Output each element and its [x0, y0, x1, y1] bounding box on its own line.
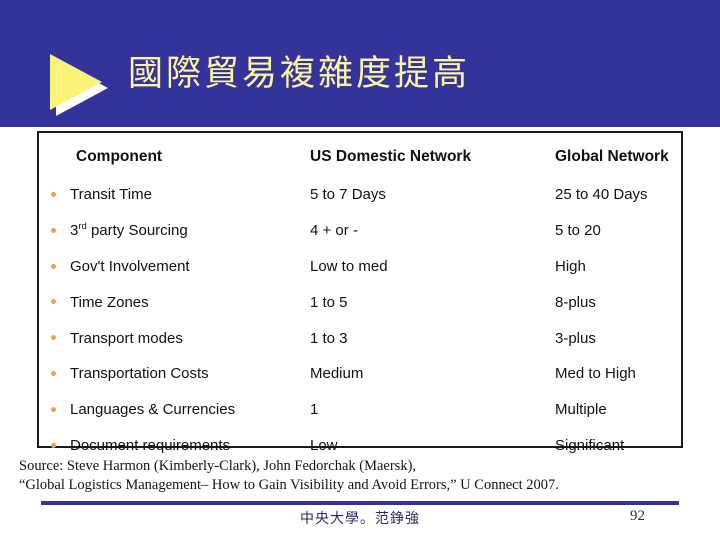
row-bullet	[39, 356, 68, 392]
row-bullet	[39, 392, 68, 428]
bullet-dot-icon	[51, 263, 56, 269]
triangle-shape	[50, 54, 102, 110]
table-row: Languages & Currencies 1 Multiple	[39, 392, 691, 428]
table-row: Time Zones 1 to 5 8-plus	[39, 284, 691, 320]
cell-global: 25 to 40 Days	[555, 186, 648, 204]
table-row: Transport modes 1 to 3 3-plus	[39, 320, 691, 356]
table-row: Gov't Involvement Low to med High	[39, 249, 691, 285]
cell-global: 3-plus	[555, 329, 596, 347]
cell-global: Med to High	[555, 365, 636, 383]
cell-us-domestic: 4 + or -	[310, 222, 358, 240]
footer-divider	[41, 501, 679, 505]
header-bullet-spacer	[39, 133, 68, 177]
cell-us-domestic: 1 to 5	[310, 293, 348, 311]
bullet-dot-icon	[51, 335, 56, 341]
cell-us-domestic: 1 to 3	[310, 329, 348, 347]
row-bullet	[39, 320, 68, 356]
slide: 國際貿易複雜度提高 Component US Domestic Network …	[0, 0, 720, 540]
cell-component: Gov't Involvement	[70, 257, 190, 275]
cell-component: 3rd party Sourcing	[68, 213, 310, 249]
cell-us-domestic: 1	[310, 401, 319, 419]
cell-global: 8-plus	[555, 293, 596, 311]
cell-component-rest: party Sourcing	[86, 222, 188, 240]
title-band: 國際貿易複雜度提高	[0, 0, 720, 127]
cell-component-ordinal-suffix: rd	[78, 221, 87, 233]
cell-component: Transportation Costs	[70, 365, 209, 383]
cell-component: Time Zones	[70, 293, 149, 311]
page-number: 92	[630, 508, 645, 524]
table-header-row: Component US Domestic Network Global Net…	[39, 133, 691, 177]
cell-global: 5 to 20	[555, 222, 601, 240]
cell-us-domestic: Low to med	[310, 257, 388, 275]
source-line-2: “Global Logistics Management– How to Gai…	[19, 477, 559, 493]
column-header-us-domestic-network: US Domestic Network	[310, 148, 472, 165]
row-bullet	[39, 213, 68, 249]
source-line-1: Source: Steve Harmon (Kimberly-Clark), J…	[19, 458, 417, 474]
bullet-dot-icon	[51, 406, 56, 412]
page-title: 國際貿易複雜度提高	[128, 54, 471, 94]
cell-us-domestic: Medium	[310, 365, 364, 383]
table-row: Transit Time 5 to 7 Days 25 to 40 Days	[39, 177, 691, 213]
row-bullet	[39, 177, 68, 213]
cell-global: High	[555, 257, 586, 275]
bullet-dot-icon	[51, 299, 56, 305]
column-header-global-network: Global Network	[555, 148, 669, 165]
row-bullet	[39, 249, 68, 285]
cell-us-domestic: 5 to 7 Days	[310, 186, 386, 204]
row-bullet	[39, 284, 68, 320]
bullet-dot-icon	[51, 191, 56, 197]
table-row: Transportation Costs Medium Med to High	[39, 356, 691, 392]
table-row: 3rd party Sourcing 4 + or - 5 to 20	[39, 213, 691, 249]
comparison-table: Component US Domestic Network Global Net…	[37, 131, 683, 454]
cell-component: Languages & Currencies	[70, 401, 236, 419]
bullet-dot-icon	[51, 227, 56, 233]
bullet-dot-icon	[51, 370, 56, 376]
triangle-bullet-icon	[49, 54, 111, 116]
cell-component: Transit Time	[70, 186, 152, 204]
bullet-dot-icon	[51, 442, 56, 448]
column-header-component: Component	[76, 148, 163, 165]
cell-global: Multiple	[555, 401, 607, 419]
footer-affiliation: 中央大學。范錚強	[300, 511, 420, 527]
source-citation: Source: Steve Harmon (Kimberly-Clark), J…	[19, 457, 659, 495]
cell-component: Transport modes	[70, 329, 183, 347]
